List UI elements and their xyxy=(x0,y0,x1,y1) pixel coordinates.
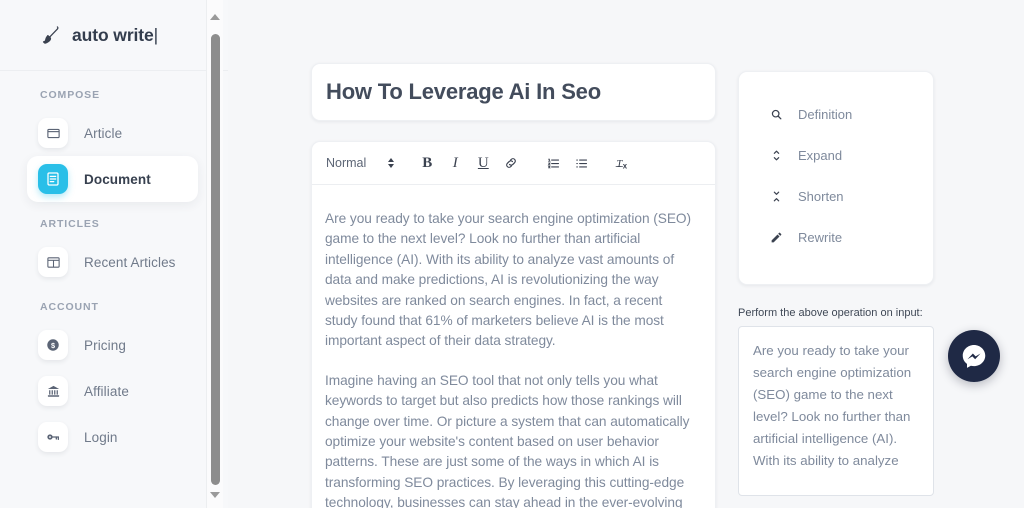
sidebar-item-pricing-label: Pricing xyxy=(84,337,126,353)
sidebar-item-article-label: Article xyxy=(84,125,123,141)
operation-definition-label: Definition xyxy=(798,107,853,122)
sidebar-nav: COMPOSE Article Document ARTICLES Recent… xyxy=(0,71,228,460)
bank-icon xyxy=(38,376,68,406)
messenger-icon xyxy=(962,345,986,368)
svg-text:$: $ xyxy=(51,341,55,350)
editor-paragraph-1: Are you ready to take your search engine… xyxy=(325,211,692,349)
main-content: How To Leverage Ai In Seo Normal B I U T… xyxy=(228,0,1024,508)
chevron-updown-icon xyxy=(388,158,395,168)
document-lines-icon xyxy=(38,164,68,194)
editor-column: How To Leverage Ai In Seo Normal B I U T… xyxy=(311,63,716,508)
link-icon[interactable] xyxy=(498,150,524,176)
underline-button[interactable]: U xyxy=(470,150,496,176)
compress-arrows-icon xyxy=(768,189,784,204)
operation-rewrite[interactable]: Rewrite xyxy=(739,217,933,258)
editor-paragraph-2: Imagine having an SEO tool that not only… xyxy=(325,372,690,508)
paint-brush-icon xyxy=(40,23,62,47)
sidebar-item-recent-articles-label: Recent Articles xyxy=(84,254,176,270)
key-icon xyxy=(38,422,68,452)
scroll-down-arrow-icon[interactable] xyxy=(210,492,220,498)
brand-logo[interactable]: auto write| xyxy=(0,0,228,71)
document-title-field[interactable]: How To Leverage Ai In Seo xyxy=(311,63,716,121)
messenger-chat-button[interactable] xyxy=(948,330,1000,382)
text-style-value: Normal xyxy=(326,156,367,170)
operation-shorten-label: Shorten xyxy=(798,189,844,204)
sidebar-section-account: ACCOUNT xyxy=(40,301,99,313)
dollar-coin-icon: $ xyxy=(38,330,68,360)
sidebar-item-login[interactable]: Login xyxy=(27,414,198,460)
sidebar-item-affiliate-label: Affiliate xyxy=(84,383,129,399)
sidebar-section-compose: COMPOSE xyxy=(40,89,100,101)
sidebar-item-document[interactable]: Document xyxy=(27,156,198,202)
scrollbar-thumb[interactable] xyxy=(211,34,220,485)
sidebar-scrollbar[interactable] xyxy=(206,0,223,508)
clear-format-icon[interactable]: T x xyxy=(610,150,636,176)
sidebar-item-recent-articles[interactable]: Recent Articles xyxy=(27,239,198,285)
operation-input-label: Perform the above operation on input: xyxy=(738,307,923,319)
brand-name-text: auto write xyxy=(72,24,154,45)
editor-toolbar: Normal B I U T x xyxy=(312,142,715,185)
operation-expand[interactable]: Expand xyxy=(739,135,933,176)
sidebar-section-articles: ARTICLES xyxy=(40,218,100,230)
sidebar-item-pricing[interactable]: $ Pricing xyxy=(27,322,198,368)
window-icon xyxy=(38,118,68,148)
operation-input-field[interactable]: Are you ready to take your search engine… xyxy=(738,326,934,496)
brand-name: auto write| xyxy=(72,25,158,46)
magnifier-icon xyxy=(768,108,784,121)
operation-input-value: Are you ready to take your search engine… xyxy=(753,343,912,468)
svg-text:x: x xyxy=(623,161,628,170)
sidebar-item-affiliate[interactable]: Affiliate xyxy=(27,368,198,414)
sidebar-item-article[interactable]: Article xyxy=(27,110,198,156)
page-title: How To Leverage Ai In Seo xyxy=(326,79,601,104)
operation-definition[interactable]: Definition xyxy=(739,94,933,135)
ai-operations-column: Definition Expand Shorten Rewrite Perfor… xyxy=(738,63,934,508)
operation-shorten[interactable]: Shorten xyxy=(739,176,933,217)
italic-button[interactable]: I xyxy=(442,150,468,176)
layout-grid-icon xyxy=(38,247,68,277)
scroll-up-arrow-icon[interactable] xyxy=(210,14,220,20)
operation-rewrite-label: Rewrite xyxy=(798,230,843,245)
ai-operations-panel: Definition Expand Shorten Rewrite xyxy=(738,71,934,285)
editor-text-area[interactable]: Are you ready to take your search engine… xyxy=(312,185,715,508)
sidebar-item-document-label: Document xyxy=(84,171,151,187)
text-style-select[interactable]: Normal xyxy=(326,156,395,170)
sidebar-item-login-label: Login xyxy=(84,429,118,445)
brand-text-caret: | xyxy=(153,24,159,45)
ordered-list-icon[interactable] xyxy=(540,150,566,176)
pencil-icon xyxy=(768,231,784,244)
sidebar: auto write| COMPOSE Article Document ART… xyxy=(0,0,228,508)
rich-text-editor: Normal B I U T x Are you ready to take y… xyxy=(311,141,716,508)
operation-expand-label: Expand xyxy=(798,148,843,163)
app-root: auto write| COMPOSE Article Document ART… xyxy=(0,0,1024,508)
expand-arrows-icon xyxy=(768,148,784,163)
bullet-list-icon[interactable] xyxy=(568,150,594,176)
bold-button[interactable]: B xyxy=(414,150,440,176)
